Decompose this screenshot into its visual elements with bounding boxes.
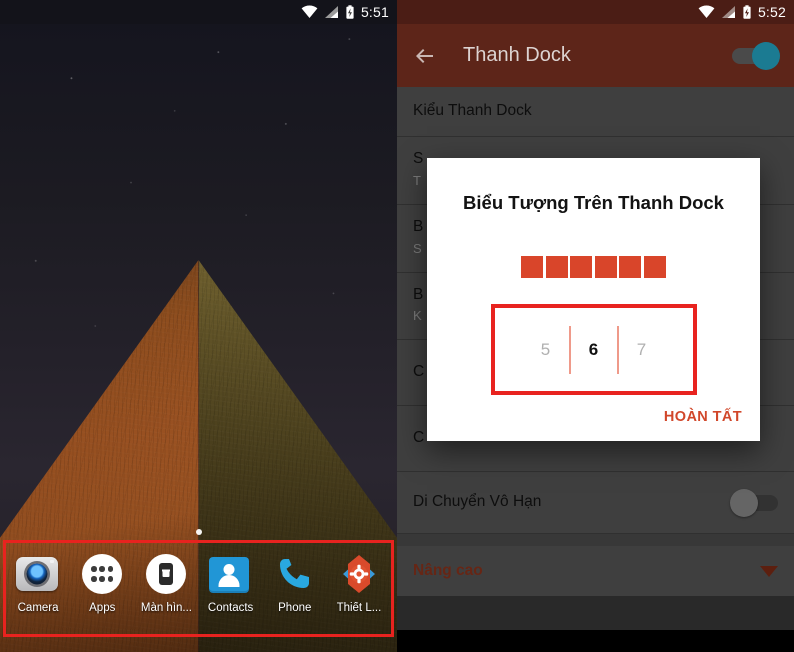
camera-icon[interactable] xyxy=(16,552,60,596)
dock-bar[interactable]: Camera Apps Màn hìn... Contacts Phone Th… xyxy=(3,540,394,637)
dock-item-phone[interactable]: Phone xyxy=(263,552,327,614)
row-title: Di Chuyển Vô Hạn xyxy=(413,493,542,511)
icon-count-picker-highlight[interactable]: 5 6 7 xyxy=(490,304,697,395)
confirm-button[interactable]: HOÀN TẤT xyxy=(664,409,742,425)
wifi-icon xyxy=(301,5,318,18)
infinite-scroll-toggle[interactable] xyxy=(730,488,778,517)
right-status-bar: 5:52 xyxy=(397,0,794,24)
dock-label-apps: Apps xyxy=(89,602,116,614)
settings-row-infinite-scroll[interactable]: Di Chuyển Vô Hạn xyxy=(397,472,794,535)
dock-label-screen-lock: Màn hìn... xyxy=(140,602,192,614)
apps-grid-icon[interactable] xyxy=(80,552,124,596)
back-arrow-icon[interactable] xyxy=(413,44,437,68)
dialog-actions: HOÀN TẤT xyxy=(427,395,760,437)
chevron-down-icon[interactable] xyxy=(760,565,778,577)
wifi-icon xyxy=(698,5,715,18)
homescreen-page-indicator xyxy=(195,529,202,535)
left-phone-homescreen: 5:51 Camera Apps Màn hìn... Contacts Pho… xyxy=(0,0,397,652)
preview-square xyxy=(570,256,593,278)
page-title: Thanh Dock xyxy=(463,44,571,66)
number-picker[interactable]: 5 6 7 xyxy=(495,325,693,374)
preview-square xyxy=(521,256,544,278)
contacts-icon[interactable] xyxy=(208,552,253,596)
preview-square xyxy=(545,256,568,278)
left-clock: 5:51 xyxy=(360,4,389,20)
battery-charging-icon xyxy=(743,4,751,19)
advanced-label: Nâng cao xyxy=(413,562,483,580)
dock-item-apps[interactable]: Apps xyxy=(70,552,134,614)
signal-icon xyxy=(324,6,338,18)
dock-item-camera[interactable]: Camera xyxy=(6,552,70,614)
preview-square xyxy=(594,256,617,278)
settings-row-dock-style[interactable]: Kiểu Thanh Dock xyxy=(397,87,794,137)
dock-item-screen-lock[interactable]: Màn hìn... xyxy=(134,552,198,614)
dock-item-contacts[interactable]: Contacts xyxy=(199,552,263,614)
dock-preview-squares xyxy=(427,256,760,278)
preview-square xyxy=(643,256,666,278)
icon-count-dialog: Biểu Tượng Trên Thanh Dock 5 6 7 HOÀN TẤ… xyxy=(427,158,760,441)
dialog-title: Biểu Tượng Trên Thanh Dock xyxy=(463,192,724,213)
dock-item-settings[interactable]: Thiết L... xyxy=(327,552,391,614)
left-status-bar: 5:51 xyxy=(0,0,397,24)
navigation-bar xyxy=(397,630,794,652)
dock-label-settings: Thiết L... xyxy=(336,602,382,614)
picker-value-next[interactable]: 7 xyxy=(619,340,665,360)
dock-label-contacts: Contacts xyxy=(207,602,254,614)
settings-gear-icon[interactable] xyxy=(337,552,381,596)
signal-icon xyxy=(721,6,735,18)
dock-label-phone: Phone xyxy=(278,602,312,614)
picker-value-selected[interactable]: 6 xyxy=(571,340,617,360)
right-clock: 5:52 xyxy=(757,4,786,20)
phone-icon[interactable] xyxy=(273,552,317,596)
section-divider xyxy=(397,534,794,547)
dock-label-camera: Camera xyxy=(17,602,59,614)
screenshot-root: 5:51 Camera Apps Màn hìn... Contacts Pho… xyxy=(0,0,794,652)
picker-value-previous[interactable]: 5 xyxy=(523,340,569,360)
preview-square xyxy=(619,256,642,278)
screen-lock-icon[interactable] xyxy=(144,552,188,596)
row-title: Kiểu Thanh Dock xyxy=(413,102,532,119)
app-bar: Thanh Dock xyxy=(397,24,794,87)
dock-enable-toggle[interactable] xyxy=(732,41,780,70)
advanced-section-header[interactable]: Nâng cao xyxy=(397,546,794,597)
right-phone-settings: 5:52 Thanh Dock Kiểu Thanh Dock S T B S xyxy=(397,0,794,652)
battery-charging-icon xyxy=(346,4,354,19)
